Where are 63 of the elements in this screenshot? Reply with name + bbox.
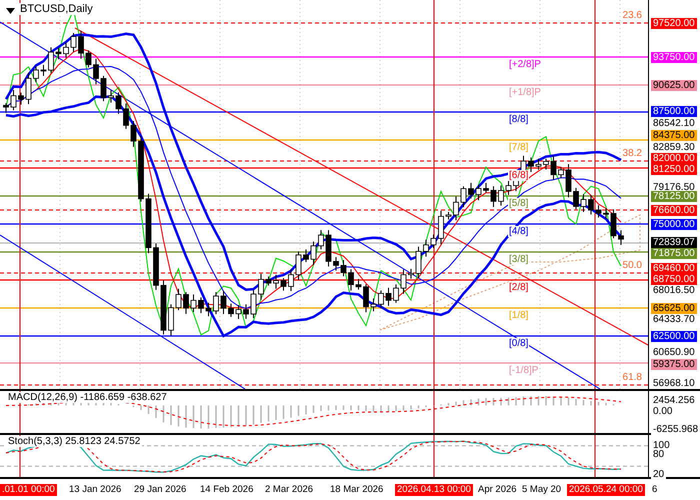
time-axis-label: 2 Mar 2026 xyxy=(264,484,314,496)
time-axis-label: 18 Mar 2026 xyxy=(329,484,384,496)
price-axis-label: 97520.00 xyxy=(651,18,697,28)
murrey-level-label: [1/8] xyxy=(508,310,530,321)
time-axis-label: 2026.05.24 00:00 xyxy=(567,484,645,496)
time-axis-label: 2026.04.13 00:00 xyxy=(395,484,473,496)
murrey-level-label: [8/8] xyxy=(508,114,530,125)
time-axis-label: 5 May 20 xyxy=(521,484,562,496)
price-axis-label: 79176.50 xyxy=(651,182,697,192)
price-axis-label: 81250.00 xyxy=(651,164,697,174)
fibonacci-level-label: 61.8 xyxy=(622,372,642,383)
price-axis-label: 60650.90 xyxy=(651,346,697,358)
stochastic-axis-label: 20 xyxy=(651,469,666,480)
murrey-level-label: [4/8] xyxy=(508,226,530,237)
price-axis-label: 82000.00 xyxy=(651,152,697,164)
stochastic-axis-label: 100 xyxy=(651,440,672,451)
murrey-level-label: [5/8] xyxy=(508,198,530,209)
price-axis-label: 72839.07 xyxy=(651,236,697,248)
cursor-line xyxy=(594,435,596,477)
time-axis-label: 6 xyxy=(651,484,658,496)
price-axis-label: 90625.00 xyxy=(651,80,697,90)
macd-axis-label: -6255.968 xyxy=(651,424,700,435)
macd-axis-label: 2454.256 xyxy=(651,395,697,406)
price-axis-label: 71875.00 xyxy=(651,248,697,258)
stochastic-axis-label: 80 xyxy=(651,449,666,460)
murrey-level-label: [7/8] xyxy=(508,142,530,153)
price-axis-label: 76600.00 xyxy=(651,204,697,216)
cursor-line xyxy=(594,391,596,433)
price-axis-label: 69460.00 xyxy=(651,262,697,274)
fibonacci-level-label: 50.0 xyxy=(622,260,642,271)
price-axis-label: 84375.00 xyxy=(651,130,697,140)
price-axis-label: 68750.00 xyxy=(651,274,697,284)
price-axis-label: 56968.10 xyxy=(651,378,697,388)
fibonacci-level-label: 38.2 xyxy=(622,148,642,159)
time-axis-label: .01.01 00:00 xyxy=(0,484,57,496)
time-axis-label: 29 Jan 2026 xyxy=(133,484,188,496)
price-axis-label: 59375.00 xyxy=(651,358,697,370)
macd-axis-label: 0.00 xyxy=(651,406,674,417)
murrey-level-label: [-1/8]P xyxy=(508,365,540,376)
price-axis-label: 82859.30 xyxy=(651,142,697,152)
murrey-level-label: [3/8] xyxy=(508,254,530,265)
price-axis-label: 86542.10 xyxy=(651,118,697,128)
price-axis-label: 64333.70 xyxy=(651,314,697,324)
price-axis-label: 75000.00 xyxy=(651,218,697,230)
chart-title: BTCUSD,Daily xyxy=(18,3,95,15)
price-axis-label: 87500.00 xyxy=(651,106,697,116)
stochastic-indicator-label: Stoch(5,3,3) 25.8123 24.5752 xyxy=(6,436,142,447)
time-axis-label: 14 Feb 2026 xyxy=(199,484,254,496)
dropdown-triangle-icon xyxy=(6,8,15,14)
price-axis-label: 93750.00 xyxy=(651,52,697,62)
time-axis-label: 13 Jan 2026 xyxy=(68,484,122,496)
murrey-level-label: [+1/8]P xyxy=(508,87,542,98)
macd-indicator-label: MACD(12,26,9) -1186.659 -638.627 xyxy=(6,392,169,403)
price-axis-label: 65625.00 xyxy=(651,302,697,314)
murrey-level-label: [+2/8]P xyxy=(508,59,542,70)
price-axis-label: 68016.50 xyxy=(651,284,697,296)
price-axis-label: 78125.00 xyxy=(651,190,697,202)
price-axis-label: 62500.00 xyxy=(651,330,697,342)
fibonacci-level-label: 23.6 xyxy=(622,10,642,21)
murrey-level-label: [6/8] xyxy=(508,170,530,181)
murrey-level-label: [0/8] xyxy=(508,338,530,349)
time-axis-label: Apr 2026 xyxy=(477,484,518,496)
murrey-level-label: [2/8] xyxy=(508,282,530,293)
